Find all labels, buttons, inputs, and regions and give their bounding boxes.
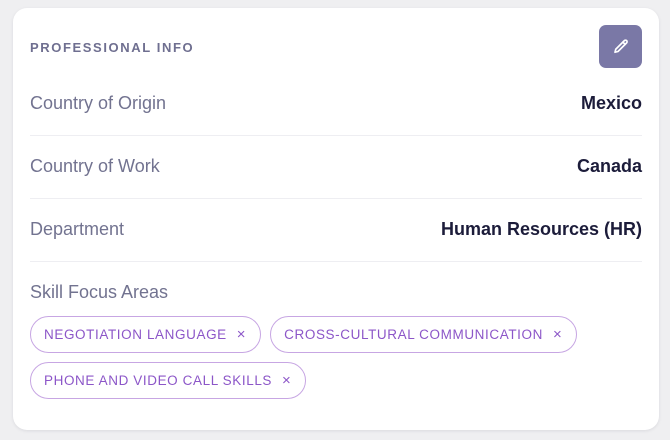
card-header: PROFESSIONAL INFO [30, 25, 642, 68]
skill-chip[interactable]: NEGOTIATION LANGUAGE × [30, 316, 262, 353]
skill-chip-label: NEGOTIATION LANGUAGE [44, 327, 227, 342]
field-value: Mexico [580, 93, 642, 113]
edit-button[interactable] [599, 25, 642, 68]
close-icon[interactable]: × [282, 373, 291, 388]
skill-chip[interactable]: CROSS-CULTURAL COMMUNICATION × [270, 316, 578, 353]
professional-info-card: PROFESSIONAL INFO Country of Origin Mexi… [13, 8, 659, 430]
field-label: Country of Origin [30, 93, 167, 113]
skill-chip-label: PHONE AND VIDEO CALL SKILLS [44, 373, 273, 388]
field-row-department: Department Human Resources (HR) [30, 198, 642, 262]
section-title: PROFESSIONAL INFO [30, 40, 195, 55]
pencil-icon [612, 38, 630, 56]
skills-label: Skill Focus Areas [30, 282, 169, 302]
skill-chip-list: NEGOTIATION LANGUAGE × CROSS-CULTURAL CO… [30, 316, 590, 399]
field-label: Country of Work [30, 156, 160, 176]
skill-chip[interactable]: PHONE AND VIDEO CALL SKILLS × [30, 362, 307, 399]
close-icon[interactable]: × [237, 327, 246, 342]
close-icon[interactable]: × [553, 327, 562, 342]
field-label: Department [30, 219, 125, 239]
field-value: Canada [576, 156, 642, 176]
field-row-country-of-work: Country of Work Canada [30, 135, 642, 199]
field-value: Human Resources (HR) [440, 219, 642, 239]
field-row-country-of-origin: Country of Origin Mexico [30, 72, 642, 136]
skill-chip-label: CROSS-CULTURAL COMMUNICATION [284, 327, 543, 342]
